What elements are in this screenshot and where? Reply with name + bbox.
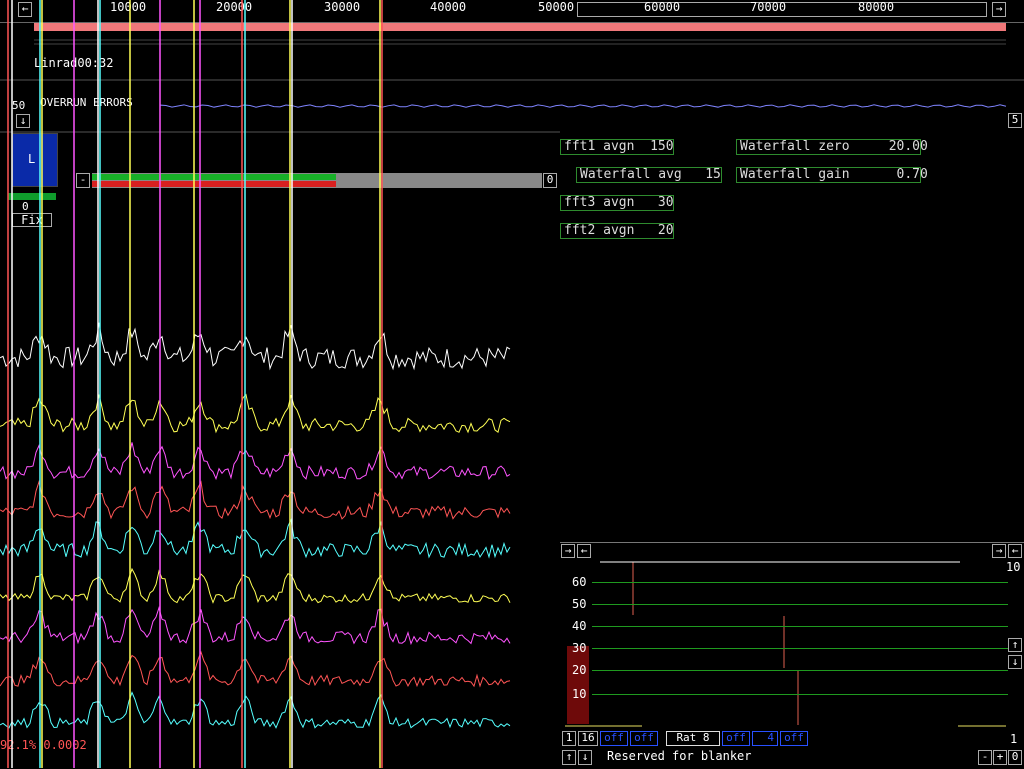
- spectrum-trace-8: [0, 650, 511, 688]
- smeter-tick-60: 60: [572, 575, 587, 589]
- smeter-right-bottom-value: 1: [1010, 732, 1018, 746]
- blanker-plus-button[interactable]: +: [993, 750, 1007, 765]
- smeter-gridline: [592, 626, 1008, 627]
- ctrl-1-box[interactable]: 1: [562, 731, 576, 746]
- smeter-gridline: [592, 582, 1008, 583]
- smeter-y-ticks: 60 50 40 30 20 10: [560, 560, 1020, 730]
- smeter-scroll-left2-button[interactable]: ←: [1008, 544, 1022, 558]
- num-box[interactable]: 4: [752, 731, 778, 746]
- spectrum-trace-3: [0, 442, 511, 481]
- smeter-gridline: [592, 648, 1008, 649]
- overrun-trace: [159, 104, 1007, 108]
- off-toggle-4[interactable]: off: [780, 731, 808, 746]
- smeter-scroll-right2-button[interactable]: →: [992, 544, 1006, 558]
- smeter-tick-20: 20: [572, 663, 587, 677]
- smeter-gridline: [592, 694, 1008, 695]
- blanker-minus-button[interactable]: -: [978, 750, 992, 765]
- rat-control[interactable]: Rat 8: [666, 731, 720, 746]
- blanker-down-button[interactable]: ↓: [578, 750, 592, 765]
- smeter-tick-10: 10: [572, 687, 587, 701]
- ctrl-16-box[interactable]: 16: [578, 731, 598, 746]
- smeter-gridline: [592, 604, 1008, 605]
- spectrum-trace-2: [0, 393, 511, 434]
- smeter-gridline: [592, 670, 1008, 671]
- smeter-scroll-left-button[interactable]: ←: [577, 544, 591, 558]
- off-toggle-2[interactable]: off: [630, 731, 658, 746]
- spectrum-trace-4: [0, 479, 511, 520]
- off-toggle-3[interactable]: off: [722, 731, 750, 746]
- blanker-label: Reserved for blanker: [607, 749, 752, 763]
- spectrum-trace-7: [0, 605, 511, 646]
- off-toggle-1[interactable]: off: [600, 731, 628, 746]
- smeter-scroll-right-button[interactable]: →: [561, 544, 575, 558]
- smeter-tick-50: 50: [572, 597, 587, 611]
- spectrum-trace-9: [0, 691, 511, 729]
- spectrum-trace-6: [0, 567, 511, 604]
- spectrum-trace-1: [0, 322, 511, 371]
- blanker-up-button[interactable]: ↑: [562, 750, 576, 765]
- smeter-tick-30: 30: [572, 641, 587, 655]
- blanker-zero-button[interactable]: 0: [1008, 750, 1022, 765]
- spectrum-trace-5: [0, 518, 511, 559]
- smeter-tick-40: 40: [572, 619, 587, 633]
